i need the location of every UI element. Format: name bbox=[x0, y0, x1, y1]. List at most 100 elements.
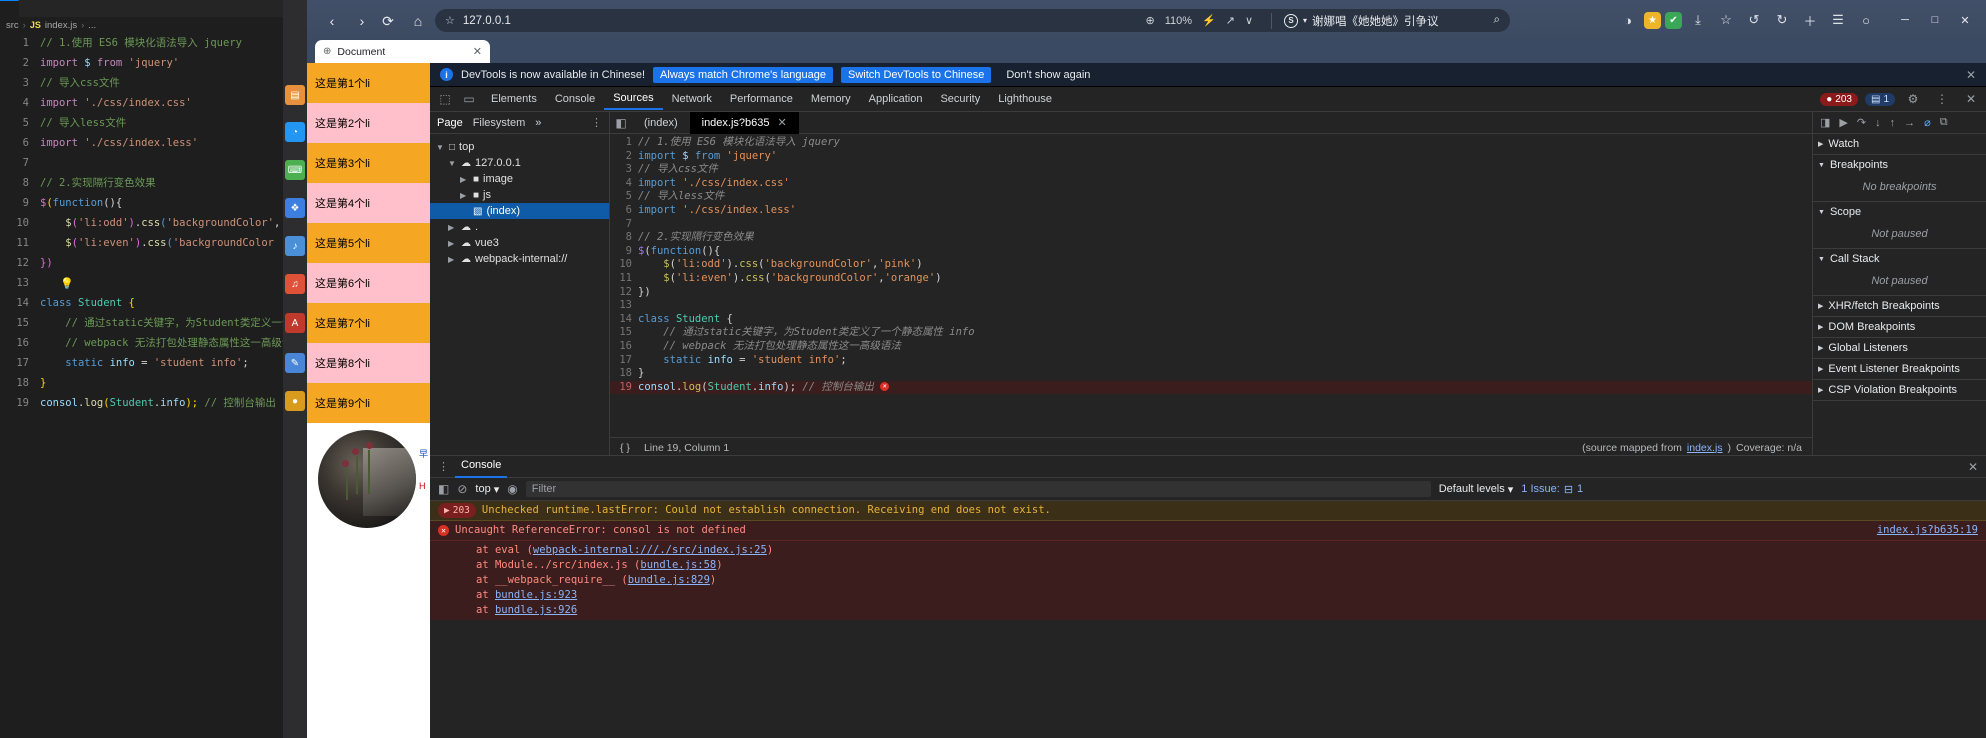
explorer-icon[interactable]: ▤ bbox=[285, 85, 305, 105]
disclosure-triangle-icon[interactable]: ▶ bbox=[1818, 365, 1823, 373]
paint-icon[interactable]: ✎ bbox=[285, 353, 305, 373]
devtools-tab-console[interactable]: Console bbox=[546, 89, 604, 109]
live-expression-icon[interactable]: ◉ bbox=[507, 482, 517, 496]
chevron-down-icon[interactable]: ∨ bbox=[1245, 14, 1253, 27]
tree-item[interactable]: ▶ ■ image bbox=[430, 171, 609, 187]
source-line-number[interactable]: 16 bbox=[610, 340, 638, 354]
stack-frame-link[interactable]: bundle.js:58 bbox=[640, 559, 716, 571]
source-code-view[interactable]: 1// 1.使用 ES6 模块化语法导入 jquery 2 import $ fro… bbox=[610, 134, 1812, 437]
nav-overflow-icon[interactable]: » bbox=[535, 117, 541, 129]
tree-item[interactable]: ▼ ☁ 127.0.0.1 bbox=[430, 155, 609, 171]
source-tab-indexjs[interactable]: index.js?b635 ✕ bbox=[689, 111, 799, 134]
tree-arrow-icon[interactable]: ▶ bbox=[448, 255, 457, 264]
zoom-level[interactable]: 110% bbox=[1165, 15, 1192, 27]
expand-icon[interactable]: ▶ bbox=[444, 503, 450, 518]
sogou-search-box[interactable]: S ▾ 谢娜唱《她她她》引争议 ⌕ bbox=[1271, 12, 1500, 29]
debugger-section-header[interactable]: ▶ CSP Violation Breakpoints bbox=[1813, 380, 1986, 400]
back-icon[interactable]: ‹ bbox=[321, 10, 343, 32]
source-line-number[interactable]: 8 bbox=[610, 231, 638, 245]
step-into-icon[interactable]: ↓ bbox=[1875, 117, 1881, 129]
devtools-tab-security[interactable]: Security bbox=[931, 89, 989, 109]
console-sidebar-icon[interactable]: ◧ bbox=[438, 482, 449, 496]
source-line-number[interactable]: 1 bbox=[610, 136, 638, 150]
source-line-number[interactable]: 12 bbox=[610, 286, 638, 300]
devtools-tab-sources[interactable]: Sources bbox=[604, 88, 663, 110]
console-context-selector[interactable]: top ▾ bbox=[475, 483, 499, 496]
console-issues-button[interactable]: 1 Issue: ⊟ 1 bbox=[1521, 483, 1583, 496]
source-line-number[interactable]: 11 bbox=[610, 272, 638, 286]
step-over-icon[interactable]: ↷ bbox=[1857, 116, 1866, 129]
source-tab-index[interactable]: (index) bbox=[632, 112, 690, 134]
device-toolbar-icon[interactable]: ▭ bbox=[458, 88, 480, 110]
source-line-number[interactable]: 4 bbox=[610, 177, 638, 191]
extension-yellow-icon[interactable]: ★ bbox=[1644, 11, 1661, 29]
inline-error-icon[interactable]: ✕ bbox=[880, 382, 890, 392]
error-count-badge[interactable]: ● 203 bbox=[1820, 92, 1858, 106]
home-icon[interactable]: ⌂ bbox=[407, 10, 429, 32]
source-mapped-link[interactable]: index.js bbox=[1687, 442, 1723, 454]
nav-tab-page[interactable]: Page bbox=[437, 117, 463, 129]
reload-icon[interactable]: ⟳ bbox=[377, 10, 399, 32]
devtools-tab-memory[interactable]: Memory bbox=[802, 89, 860, 109]
disclosure-triangle-icon[interactable]: ▶ bbox=[1818, 323, 1823, 331]
pdf-icon[interactable]: A bbox=[285, 313, 305, 333]
breadcrumb-more[interactable]: ... bbox=[88, 20, 96, 31]
disclosure-triangle-icon[interactable]: ▼ bbox=[1818, 162, 1825, 169]
tab-close-icon[interactable]: ✕ bbox=[473, 45, 482, 58]
source-line-number[interactable]: 14 bbox=[610, 313, 638, 327]
debugger-section-header[interactable]: ▶ Watch bbox=[1813, 134, 1986, 154]
tree-item[interactable]: ▶ ☁. bbox=[430, 219, 609, 235]
zoom-icon[interactable]: ⊕ bbox=[1146, 14, 1155, 27]
share-icon[interactable]: ↗ bbox=[1226, 14, 1235, 27]
tree-arrow-icon[interactable]: ▶ bbox=[460, 191, 469, 200]
sogou-caret-icon[interactable]: ▾ bbox=[1303, 16, 1307, 25]
clock-icon[interactable]: ◔ bbox=[285, 122, 305, 142]
debugger-section-header[interactable]: ▶ Global Listeners bbox=[1813, 338, 1986, 358]
source-line-number[interactable]: 5 bbox=[610, 190, 638, 204]
source-line-number[interactable]: 10 bbox=[610, 258, 638, 272]
stack-frame-link[interactable]: bundle.js:926 bbox=[495, 604, 577, 616]
source-line-number[interactable]: 13 bbox=[610, 299, 638, 313]
inspect-element-icon[interactable]: ⬚ bbox=[434, 88, 456, 110]
vscode-editor[interactable]: 1 // 1.使用 ES6 模块化语法导入 jquery 2 import $ fro… bbox=[0, 33, 292, 413]
resume-script-icon[interactable]: ▶ bbox=[1839, 116, 1847, 129]
extension-green-icon[interactable]: ✔ bbox=[1665, 11, 1682, 29]
console-message-source-link[interactable]: index.js?b635:19 bbox=[1877, 523, 1978, 538]
tree-arrow-icon[interactable]: ▶ bbox=[448, 239, 457, 248]
source-line-number[interactable]: 6 bbox=[610, 204, 638, 218]
history-back-icon[interactable]: ↺ bbox=[1742, 8, 1766, 32]
browser-tab-document[interactable]: ⊕ Document ✕ bbox=[315, 40, 490, 63]
step-icon[interactable]: → bbox=[1904, 117, 1915, 129]
history-forward-icon[interactable]: ↻ bbox=[1770, 8, 1794, 32]
forward-icon[interactable]: › bbox=[351, 10, 373, 32]
tree-item[interactable]: ▶ ■ js bbox=[430, 187, 609, 203]
settings-gear-icon[interactable]: ⚙ bbox=[1902, 88, 1924, 110]
debugger-section-header[interactable]: ▶ DOM Breakpoints bbox=[1813, 317, 1986, 337]
drawer-close-icon[interactable]: ✕ bbox=[1968, 460, 1978, 474]
media-icon[interactable]: ♪ bbox=[285, 236, 305, 256]
file-tree[interactable]: ▼ □ top ▼ ☁ 127.0.0.1 ▶ ■ image ▶ ■ js ▧ (index) ▶ ☁. ▶ ☁… bbox=[430, 134, 609, 272]
tree-arrow-icon[interactable]: ▼ bbox=[448, 159, 457, 168]
nav-more-icon[interactable]: ⋮ bbox=[591, 116, 602, 129]
stack-frame-link[interactable]: bundle.js:829 bbox=[628, 574, 710, 586]
vscode-tab-indexjs[interactable] bbox=[0, 0, 20, 17]
message-count-badge[interactable]: ▶ 203 bbox=[438, 503, 476, 518]
lightning-icon[interactable]: ⚡ bbox=[1202, 14, 1216, 27]
devtools-tab-performance[interactable]: Performance bbox=[721, 89, 802, 109]
devtools-tab-application[interactable]: Application bbox=[860, 89, 932, 109]
debugger-section-header[interactable]: ▼ Call Stack bbox=[1813, 249, 1986, 269]
source-tab-close-icon[interactable]: ✕ bbox=[778, 116, 787, 129]
star-outline-icon[interactable]: ☆ bbox=[1714, 8, 1738, 32]
sogou-search-icon[interactable]: ⌕ bbox=[1494, 14, 1500, 27]
stack-frame-link[interactable]: webpack-internal:///./src/index.js:25 bbox=[533, 544, 767, 556]
translate-icon[interactable]: ◑ bbox=[1616, 8, 1640, 32]
download-icon[interactable]: ⤓ bbox=[1686, 8, 1710, 32]
source-line-number[interactable]: 2 bbox=[610, 150, 638, 164]
source-line-number[interactable]: 15 bbox=[610, 326, 638, 340]
tree-item[interactable]: ▧ (index) bbox=[430, 203, 609, 219]
tree-arrow-icon[interactable]: ▶ bbox=[448, 223, 457, 232]
lightbulb-icon[interactable]: 💡 bbox=[60, 277, 74, 290]
console-levels-dropdown[interactable]: Default levels ▾ bbox=[1439, 483, 1514, 496]
source-line-number[interactable]: 9 bbox=[610, 245, 638, 259]
maximize-button[interactable]: □ bbox=[1920, 0, 1950, 40]
